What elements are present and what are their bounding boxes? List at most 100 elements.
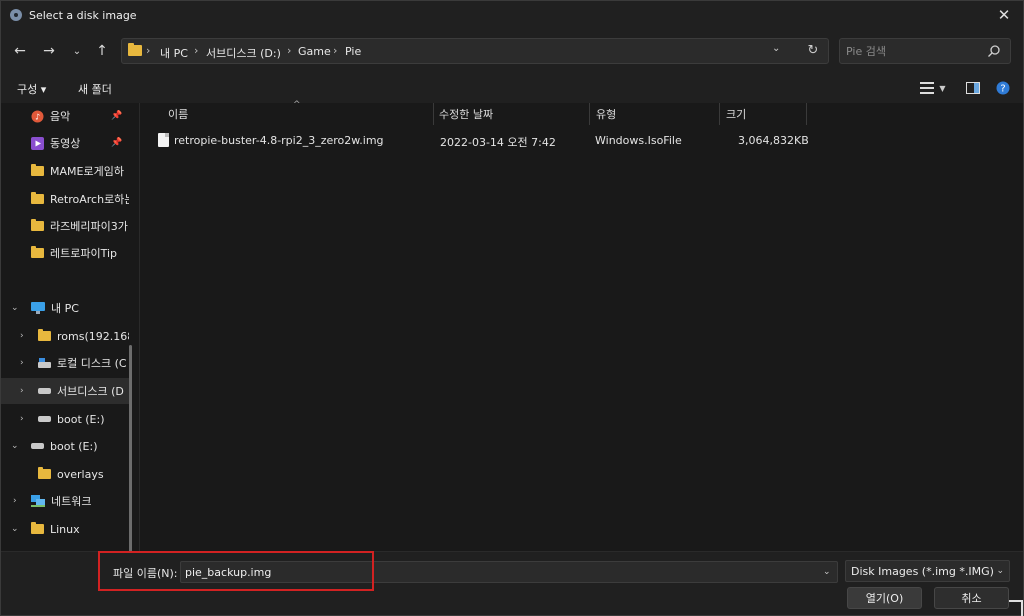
new-folder-button[interactable]: 새 폴더 (78, 81, 112, 97)
close-icon[interactable]: ✕ (995, 6, 1013, 24)
filename-label: 파일 이름(N): (113, 567, 178, 580)
folder-icon (31, 522, 44, 534)
window-title: Select a disk image (29, 9, 137, 22)
chevron-down-icon: ⌄ (996, 566, 1004, 576)
organize-button[interactable]: 구성 ▾ (17, 81, 46, 97)
open-button[interactable]: 열기(O) (847, 587, 922, 609)
folder-icon (38, 467, 51, 479)
command-bar: 구성 ▾ 새 폴더 ▼ ? (1, 71, 1023, 103)
help-icon[interactable]: ? (995, 79, 1011, 97)
folder-icon (31, 164, 44, 176)
pin-icon: 📌 (111, 111, 123, 121)
nav-item-roms[interactable]: › roms(192.168 (1, 323, 129, 349)
breadcrumb-my-pc[interactable]: 내 PC (160, 45, 188, 61)
file-list: ^ 이름 수정한 날짜 유형 크기 retropie-buster-4.8-rp… (139, 100, 1024, 551)
search-input[interactable] (846, 43, 986, 59)
app-icon (10, 9, 22, 21)
nav-item-linux[interactable]: ⌄ Linux (1, 516, 129, 542)
cancel-button[interactable]: 취소 (934, 587, 1009, 609)
nav-scrollbar[interactable] (129, 345, 132, 551)
nav-item-my-pc[interactable]: ⌄ 내 PC (1, 295, 129, 321)
chevron-right-icon[interactable]: › (13, 496, 17, 506)
music-icon: ♪ (31, 110, 44, 122)
chevron-down-icon[interactable]: ⌄ (11, 441, 19, 451)
drive-icon (38, 358, 51, 368)
column-header-name[interactable]: 이름 (168, 103, 188, 125)
forward-arrow-icon[interactable]: → (39, 41, 59, 61)
navigation-pane: ♪ 음악 📌 동영상 📌 MAME로게임하 RetroArch로하는 라즈베리파… (1, 103, 139, 551)
chevron-right-icon[interactable]: › (20, 386, 24, 396)
refresh-icon[interactable]: ↻ (804, 41, 822, 59)
filename-dropdown-icon[interactable]: ⌄ (823, 567, 831, 577)
nav-item-video[interactable]: 동영상 📌 (1, 130, 129, 156)
nav-item-overlays[interactable]: overlays (1, 461, 129, 487)
nav-item-boot-e[interactable]: ⌄ boot (E:) (1, 433, 129, 459)
recent-locations-chevron-icon[interactable]: ⌄ (67, 41, 87, 61)
up-arrow-icon[interactable]: ↑ (92, 41, 112, 61)
network-icon (31, 495, 45, 507)
file-size: 3,064,832KB (738, 134, 809, 147)
back-arrow-icon[interactable]: ← (10, 41, 30, 61)
nav-item-network[interactable]: › 네트워크 (1, 488, 129, 514)
nav-item-mame-folder[interactable]: MAME로게임하 (1, 158, 129, 184)
folder-icon (31, 219, 44, 231)
nav-item-music[interactable]: ♪ 음악 📌 (1, 103, 129, 129)
file-dialog: Select a disk image ✕ ← → ⌄ ↑ › 내 PC › 서… (0, 0, 1024, 616)
drive-icon (38, 416, 51, 422)
sort-ascending-icon: ^ (293, 100, 301, 110)
breadcrumb-separator-icon: › (333, 44, 338, 57)
svg-text:♪: ♪ (35, 112, 40, 121)
breadcrumb-game[interactable]: Game (298, 45, 331, 58)
file-type-filter[interactable]: Disk Images (*.img *.IMG) ⌄ (845, 560, 1010, 582)
nav-item-boot-e-sub[interactable]: › boot (E:) (1, 406, 129, 432)
chevron-right-icon[interactable]: › (20, 414, 24, 424)
filename-input[interactable] (180, 561, 838, 583)
column-divider[interactable] (806, 103, 807, 125)
pc-icon (31, 302, 45, 314)
breadcrumb-sub-disk[interactable]: 서브디스크 (D:) (206, 45, 281, 61)
breadcrumb-separator-icon: › (194, 44, 199, 57)
column-divider[interactable] (589, 103, 590, 125)
pin-icon: 📌 (111, 138, 123, 148)
search-icon[interactable] (987, 44, 1001, 58)
view-options-icon[interactable]: ▼ (917, 79, 949, 97)
nav-item-raspberrypi-folder[interactable]: 라즈베리파이3가 (1, 213, 129, 239)
breadcrumb-separator-icon: › (287, 44, 292, 57)
address-bar[interactable]: › 내 PC › 서브디스크 (D:) › Game › Pie (121, 38, 829, 64)
address-dropdown-icon[interactable]: ⌄ (772, 43, 780, 54)
file-type-filter-value: Disk Images (*.img *.IMG) (851, 565, 994, 578)
svg-text:?: ? (1000, 84, 1005, 95)
column-header-type[interactable]: 유형 (596, 103, 616, 125)
folder-icon (128, 43, 142, 56)
chevron-down-icon[interactable]: ⌄ (11, 524, 19, 534)
drive-icon (31, 443, 44, 449)
chevron-right-icon[interactable]: › (20, 358, 24, 368)
file-icon (158, 133, 169, 147)
folder-icon (31, 192, 44, 204)
column-divider[interactable] (433, 103, 434, 125)
chevron-right-icon[interactable]: › (20, 331, 24, 341)
file-name: retropie-buster-4.8-rpi2_3_zero2w.img (174, 134, 384, 147)
search-box[interactable] (839, 38, 1011, 64)
video-icon (31, 136, 44, 150)
nav-item-retroarch-folder[interactable]: RetroArch로하는 (1, 186, 129, 212)
folder-icon (38, 329, 51, 341)
column-header-modified[interactable]: 수정한 날짜 (439, 103, 493, 125)
nav-item-local-disk-c[interactable]: › 로컬 디스크 (C (1, 350, 129, 376)
chevron-down-icon[interactable]: ⌄ (11, 303, 19, 313)
preview-pane-icon[interactable] (965, 79, 981, 97)
folder-icon (31, 246, 44, 258)
nav-item-retropie-tip-folder[interactable]: 레트로파이Tip (1, 240, 129, 266)
file-modified: 2022-03-14 오전 7:42 (440, 136, 556, 149)
navigation-bar: ← → ⌄ ↑ › 내 PC › 서브디스크 (D:) › Game › Pie… (1, 31, 1023, 71)
drive-icon (38, 388, 51, 394)
file-type: Windows.IsoFile (595, 134, 682, 147)
title-bar: Select a disk image ✕ (1, 1, 1023, 31)
nav-item-sub-disk-d[interactable]: › 서브디스크 (D (1, 378, 129, 404)
breadcrumb-pie[interactable]: Pie (345, 45, 361, 58)
column-header-size[interactable]: 크기 (726, 103, 746, 125)
breadcrumb-separator-icon: › (146, 44, 151, 57)
column-divider[interactable] (719, 103, 720, 125)
resize-grip-icon[interactable] (1009, 596, 1023, 616)
file-row[interactable]: retropie-buster-4.8-rpi2_3_zero2w.img 20… (140, 130, 1024, 152)
